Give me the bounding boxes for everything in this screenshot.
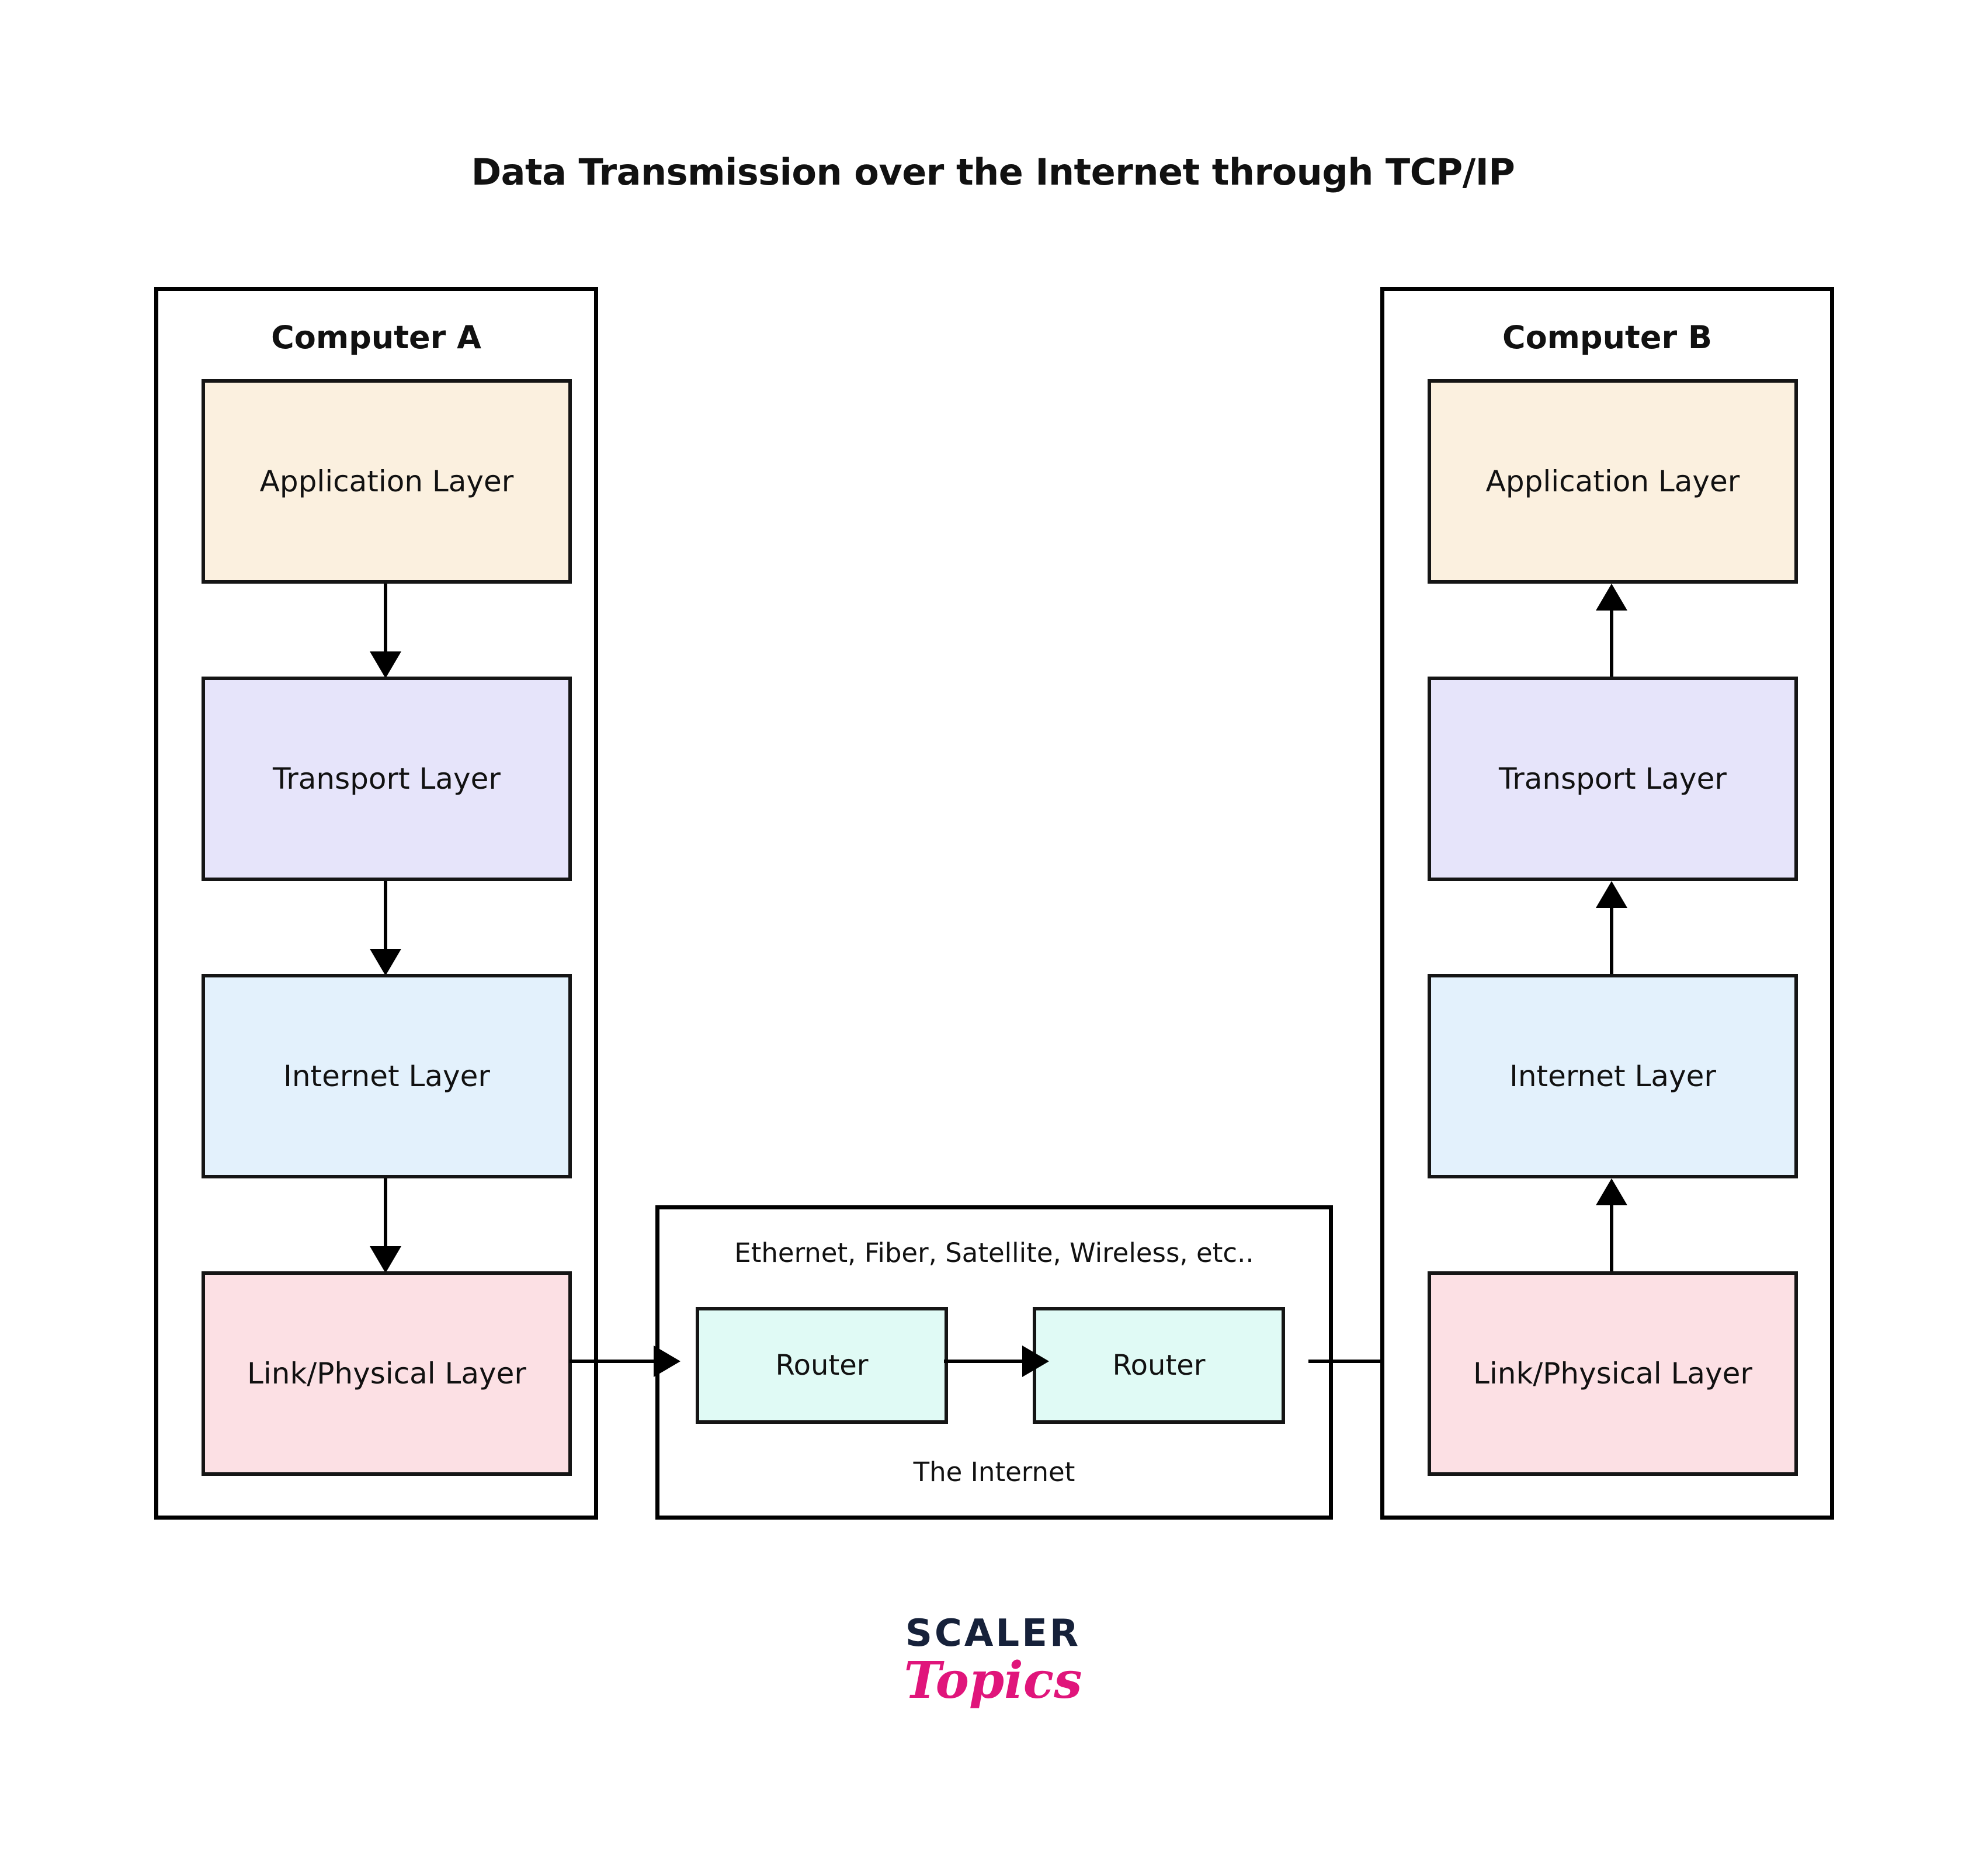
computer-a-internet-layer-box[interactable]: Internet Layer: [202, 974, 572, 1178]
arrow-head-down-icon: [370, 1246, 401, 1273]
computer-a-transport-layer-box[interactable]: Transport Layer: [202, 677, 572, 881]
arrow-shaft: [1610, 1204, 1613, 1272]
arrow-shaft: [944, 1360, 1022, 1363]
arrow-head-right-icon: [654, 1346, 680, 1377]
computer-a-title: Computer A: [271, 319, 481, 356]
computer-a-link-physical-layer-label: Link/Physical Layer: [247, 1357, 526, 1390]
computer-b-panel: Computer B Application Layer Transport L…: [1380, 287, 1834, 1520]
computer-a-internet-layer-label: Internet Layer: [283, 1059, 490, 1093]
arrow-shaft: [384, 881, 387, 950]
arrow-head-down-icon: [370, 949, 401, 976]
computer-a-panel: Computer A Application Layer Transport L…: [154, 287, 598, 1520]
router-1-label: Router: [775, 1349, 869, 1382]
router-box-1[interactable]: Router: [696, 1307, 948, 1424]
computer-b-link-physical-layer-box[interactable]: Link/Physical Layer: [1428, 1271, 1798, 1476]
arrow-shaft: [570, 1360, 654, 1363]
arrow-shaft: [384, 1178, 387, 1247]
scaler-topics-logo: SCALER Topics: [0, 1615, 1986, 1707]
computer-a-application-layer-label: Application Layer: [259, 464, 514, 498]
computer-b-internet-layer-label: Internet Layer: [1509, 1059, 1716, 1093]
computer-b-link-physical-layer-label: Link/Physical Layer: [1473, 1357, 1752, 1390]
computer-b-title: Computer B: [1502, 319, 1713, 356]
router-2-label: Router: [1112, 1349, 1206, 1382]
computer-a-application-layer-box[interactable]: Application Layer: [202, 379, 572, 584]
arrow-shaft: [1610, 609, 1613, 677]
computer-b-transport-layer-label: Transport Layer: [1499, 762, 1727, 796]
internet-caption: The Internet: [913, 1457, 1075, 1487]
page-title: Data Transmission over the Internet thro…: [471, 151, 1515, 193]
arrow-head-right-icon: [1022, 1346, 1049, 1377]
diagram-canvas: Data Transmission over the Internet thro…: [0, 0, 1986, 1876]
arrow-shaft: [1610, 907, 1613, 975]
computer-b-application-layer-label: Application Layer: [1485, 464, 1740, 498]
computer-a-transport-layer-label: Transport Layer: [273, 762, 501, 796]
computer-b-application-layer-box[interactable]: Application Layer: [1428, 379, 1798, 584]
arrow-shaft: [384, 584, 387, 653]
computer-b-transport-layer-box[interactable]: Transport Layer: [1428, 677, 1798, 881]
internet-medium-label: Ethernet, Fiber, Satellite, Wireless, et…: [734, 1237, 1254, 1268]
arrow-head-up-icon: [1596, 881, 1627, 908]
router-box-2[interactable]: Router: [1033, 1307, 1285, 1424]
computer-b-internet-layer-box[interactable]: Internet Layer: [1428, 974, 1798, 1178]
arrow-head-up-icon: [1596, 1178, 1627, 1205]
arrow-head-down-icon: [370, 651, 401, 678]
computer-a-link-physical-layer-box[interactable]: Link/Physical Layer: [202, 1271, 572, 1476]
brand-secondary-text: Topics: [904, 1651, 1082, 1710]
brand-primary-text: SCALER: [905, 1612, 1081, 1655]
arrow-head-up-icon: [1596, 584, 1627, 611]
